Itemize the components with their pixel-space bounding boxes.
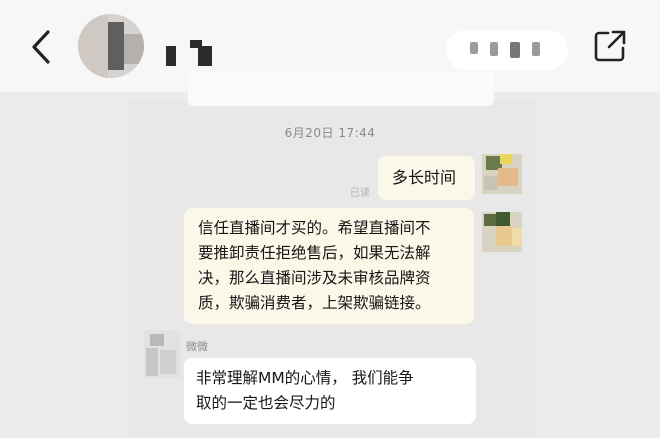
read-receipt: 已读: [350, 188, 370, 199]
chat-screen: 6月20日 17:44 多长时间 已读 信任直播间才买的。希望直播间不 要推卸责…: [0, 0, 660, 438]
pinned-card[interactable]: [188, 72, 494, 106]
message-line: 质，欺骗消费者，上架欺骗链接。: [198, 294, 431, 312]
contact-name-blurred: [166, 40, 218, 66]
message-bubble-sent[interactable]: 信任直播间才买的。希望直播间不 要推卸责任拒绝售后，如果无法解 决，那么直播间涉…: [184, 208, 474, 324]
my-avatar[interactable]: [482, 154, 522, 194]
message-timestamp: 6月20日 17:44: [284, 126, 376, 140]
message-line: 非常理解MM的心情， 我们能争: [196, 369, 414, 387]
status-pill-blurred: [446, 30, 568, 70]
chevron-left-icon: [32, 30, 50, 64]
message-line: 决，那么直播间涉及未审核品牌资: [198, 269, 431, 287]
contact-avatar[interactable]: [78, 14, 144, 78]
agent-avatar[interactable]: [144, 330, 180, 378]
agent-name: 微微: [186, 340, 208, 353]
message-bubble-sent[interactable]: 多长时间: [378, 156, 475, 200]
external-link-icon: [594, 30, 626, 62]
message-line: 要推卸责任拒绝售后，如果无法解: [198, 244, 431, 262]
back-button[interactable]: [24, 26, 60, 68]
message-text: 多长时间: [392, 168, 457, 187]
my-avatar[interactable]: [482, 212, 522, 252]
message-line: 信任直播间才买的。希望直播间不: [198, 219, 431, 237]
share-button[interactable]: [592, 28, 628, 64]
message-line: 取的一定也会尽力的: [196, 394, 336, 412]
message-bubble-received[interactable]: 非常理解MM的心情， 我们能争 取的一定也会尽力的: [184, 358, 476, 424]
